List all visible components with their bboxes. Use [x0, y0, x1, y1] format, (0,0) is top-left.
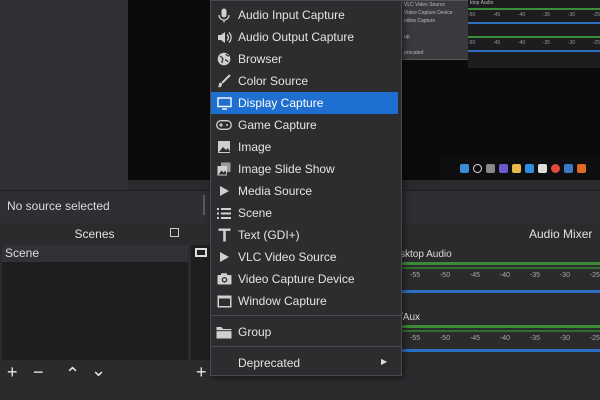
menu-item-media-source[interactable]: Media Source: [211, 180, 398, 202]
move-scene-down-button[interactable]: ⌄: [91, 360, 106, 380]
nested-menu-item: [401, 25, 469, 33]
nested-meter: [468, 36, 600, 38]
audio-mixer-title: Audio Mixer: [529, 227, 593, 241]
list-icon: [216, 205, 232, 221]
app-icon: [577, 163, 586, 173]
text-icon: [216, 227, 232, 243]
nested-preview-mixer: ktop Audio -50 -45 -40 -35 -30 -25 -50 -45 -40-…: [468, 0, 600, 68]
menu-item-deprecated[interactable]: Deprecated: [211, 352, 398, 374]
windows-logo-icon: [460, 163, 469, 173]
store-icon: [538, 163, 547, 173]
folder-icon: [216, 324, 232, 340]
nested-menu-item: up: [404, 34, 410, 40]
menu-item-game-capture[interactable]: Game Capture: [211, 114, 398, 136]
menu-separator: [211, 346, 401, 347]
nested-menu-item: VLC Video Source: [404, 2, 446, 8]
nested-preview-menu: VLC Video Source Video Capture Device nd…: [400, 0, 470, 60]
menu-item-display-capture[interactable]: Display Capture: [211, 92, 398, 114]
menu-separator: [211, 315, 401, 316]
monitor-icon: [216, 95, 232, 111]
undock-icon[interactable]: [170, 228, 179, 237]
nested-slider: [468, 50, 600, 52]
scenes-list[interactable]: [2, 245, 188, 360]
volume-meter: [400, 325, 600, 328]
sources-dock-title: [191, 223, 209, 245]
search-icon: [473, 163, 482, 173]
meter-ticks: -55 -50 -45 -40 -35 -30 -25: [410, 335, 600, 342]
camera-icon: [216, 271, 232, 287]
paint-brush-icon: [216, 73, 232, 89]
nested-ticks: -50 -45 -40 -35 -30 -25: [468, 40, 600, 46]
meter-ticks: -55 -50 -45 -40 -35 -30 -25: [410, 272, 600, 279]
scene-list-item[interactable]: Scene: [2, 245, 188, 262]
nested-menu-item: ndow Capture: [404, 18, 436, 24]
scenes-dock-title: Scenes: [0, 223, 189, 245]
edge-icon: [525, 163, 534, 173]
volume-meter: [400, 267, 600, 269]
nested-menu-item: Video Capture Device: [404, 10, 453, 16]
nested-taskbar: [440, 157, 600, 179]
play-icon: [216, 183, 232, 199]
no-source-label: No source selected: [7, 199, 110, 213]
nested-ticks: -50 -45 -40 -35 -30 -25: [468, 12, 600, 18]
menu-item-window-capture[interactable]: Window Capture: [211, 290, 398, 312]
menu-item-image-slide-show[interactable]: Image Slide Show: [211, 158, 398, 180]
volume-meter: [400, 330, 600, 332]
mixer-channel-name: /Aux: [400, 312, 421, 323]
volume-meter: [400, 262, 600, 265]
menu-item-text-gdi[interactable]: Text (GDI+): [211, 224, 398, 246]
microphone-icon: [216, 7, 232, 23]
nested-slider: [468, 22, 600, 24]
toolbar-separator: [203, 195, 205, 215]
preview-left-panel: [0, 0, 128, 190]
image-icon: [216, 139, 232, 155]
menu-item-browser[interactable]: Browser: [211, 48, 398, 70]
speaker-icon: [216, 29, 232, 45]
volume-slider[interactable]: [400, 290, 600, 293]
scene-item-label: Scene: [5, 246, 40, 260]
chrome-icon: [551, 163, 560, 173]
menu-item-scene[interactable]: Scene: [211, 202, 398, 224]
folder-icon: [512, 163, 521, 173]
add-source-button[interactable]: +: [196, 362, 207, 382]
menu-item-vlc-video-source[interactable]: VLC Video Source: [211, 246, 398, 268]
teams-icon: [499, 163, 508, 173]
remove-scene-button[interactable]: −: [33, 362, 44, 382]
mixer-channel-name: sktop Audio: [400, 249, 452, 260]
gamepad-icon: [216, 117, 232, 133]
move-scene-up-button[interactable]: ⌃: [65, 364, 80, 384]
nested-meter: [468, 8, 600, 10]
task-view-icon: [486, 163, 495, 173]
globe-icon: [216, 51, 232, 67]
menu-item-audio-input-capture[interactable]: Audio Input Capture: [211, 4, 398, 26]
menu-item-group[interactable]: Group: [211, 321, 398, 343]
submenu-arrow-icon: ▶: [381, 357, 388, 366]
menu-item-audio-output-capture[interactable]: Audio Output Capture: [211, 26, 398, 48]
monitor-icon: [195, 248, 207, 257]
volume-slider[interactable]: [400, 349, 600, 352]
sources-list[interactable]: [191, 245, 210, 360]
add-scene-button[interactable]: +: [7, 362, 18, 382]
app-icon: [564, 163, 573, 173]
nested-menu-item: precated: [404, 50, 424, 56]
window-icon: [216, 293, 232, 309]
menu-item-video-capture-device[interactable]: Video Capture Device: [211, 268, 398, 290]
menu-item-image[interactable]: Image: [211, 136, 398, 158]
play-icon: [216, 249, 232, 265]
menu-item-color-source[interactable]: Color Source: [211, 70, 398, 92]
nested-menu-item: [401, 41, 469, 49]
slideshow-icon: [216, 161, 232, 177]
nested-mixer-label: ktop Audio: [470, 0, 494, 6]
